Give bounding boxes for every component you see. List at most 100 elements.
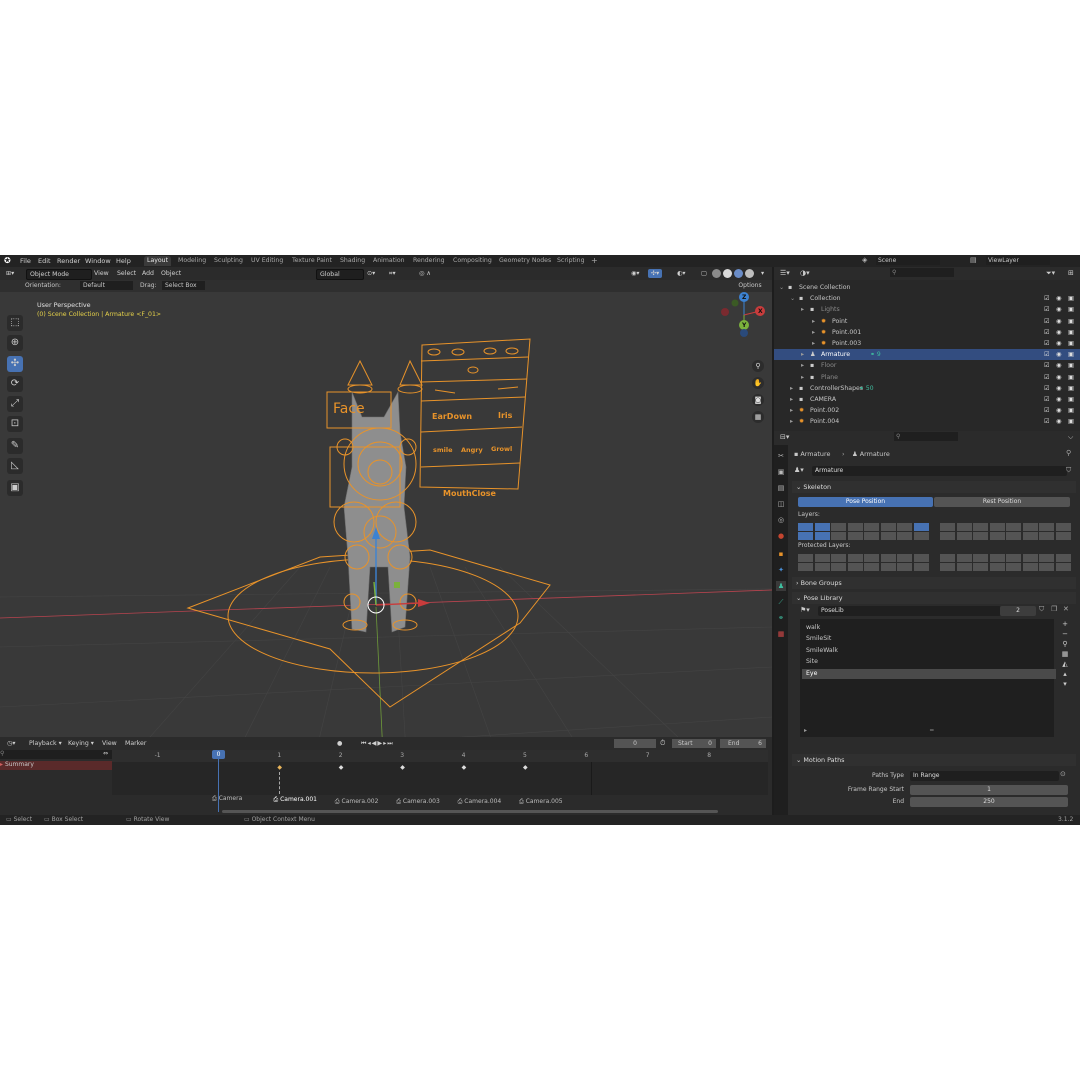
layer-toggle[interactable] [1055, 554, 1071, 562]
menu-window[interactable]: Window [85, 257, 111, 265]
filter-icon[interactable]: ⏷▾ [1046, 269, 1055, 278]
poselib-name-field[interactable]: PoseLib [818, 606, 1001, 616]
outliner-row[interactable]: ▸ ▪ Floor ☑ ◉ ▣ [774, 360, 1080, 371]
camera-marker[interactable]: ⎙ Camera.004 [458, 798, 502, 806]
render-camera-icon[interactable]: ▣ [1068, 383, 1074, 394]
visibility-eye-icon[interactable]: ◉ [1056, 394, 1061, 405]
action-icon[interactable]: ◭ [1058, 659, 1072, 669]
outliner-row[interactable]: ▸ ✹ Point.001 ☑ ◉ ▣ [774, 327, 1080, 338]
playback-controls[interactable]: ⏮◂◀▶▸⏭ [358, 739, 397, 748]
poselib-action-icon[interactable]: ⚑▾ [800, 606, 810, 614]
keyframe[interactable]: ◆ [339, 764, 344, 771]
layer-toggle[interactable] [831, 563, 846, 571]
outliner[interactable]: ☰▾ ◑▾ ⚲ ⏷▾ ⊞ ⌄ ▪ Scene Collection ⌄ ▪ Collect… [774, 267, 1080, 431]
layer-toggle[interactable] [897, 523, 912, 531]
expand-arrow-icon[interactable]: ▸ [790, 416, 793, 427]
outliner-row[interactable]: ▸ ▪ Plane ☑ ◉ ▣ [774, 372, 1080, 383]
timeline-search-input[interactable]: ⚲ ⇔ [0, 750, 112, 759]
pose-list-item[interactable]: walk [802, 623, 1056, 633]
sanitize-icon[interactable]: ▦ [1058, 649, 1072, 659]
layer-toggle[interactable] [897, 532, 912, 540]
outliner-row[interactable]: ▸ ✹ Point ☑ ◉ ▣ [774, 316, 1080, 327]
layer-toggle[interactable] [913, 532, 929, 540]
expand-arrow-icon[interactable]: ⌄ [779, 282, 784, 293]
pose-position-button[interactable]: Pose Position [798, 497, 933, 507]
tab-layout[interactable]: Layout [144, 256, 172, 266]
outliner-row[interactable]: ▸ ▪ ControllerShapes ⚭ 50 ☑ ◉ ▣ [774, 383, 1080, 394]
render-camera-icon[interactable]: ▣ [1068, 372, 1074, 383]
pose-list[interactable]: walk SmileSit SmileWalk Site Eye ▸ ═ [800, 619, 1056, 737]
layer-toggle[interactable] [913, 554, 929, 562]
add-pose-icon[interactable]: + [1058, 619, 1072, 629]
visibility-eye-icon[interactable]: ◉ [1056, 338, 1061, 349]
layer-toggle[interactable] [831, 532, 846, 540]
outliner-row[interactable]: ▸ ✹ Point.003 ☑ ◉ ▣ [774, 338, 1080, 349]
layer-toggle[interactable] [814, 532, 830, 540]
camera-marker[interactable]: ⎙ Camera [212, 795, 242, 803]
marker-row[interactable]: ⎙ Camera ⎙ Camera.001 ⎙ Camera.002 ⎙ Camera… [112, 795, 768, 809]
outliner-row[interactable]: ⌄ ▪ Collection ☑ ◉ ▣ [774, 293, 1080, 304]
layer-toggle[interactable] [897, 554, 912, 562]
modifier-badge[interactable]: ⚭ 9 [870, 349, 881, 360]
add-workspace-button[interactable]: + [588, 256, 601, 266]
visibility-eye-icon[interactable]: ◉ [1056, 304, 1061, 315]
layer-toggle[interactable] [831, 523, 846, 531]
layer-toggle[interactable] [864, 563, 879, 571]
pose-library-panel-header[interactable]: ⌄ Pose Library [792, 592, 1076, 604]
layer-toggle[interactable] [973, 523, 988, 531]
cursor-tool-icon[interactable]: ⊕ [7, 335, 23, 351]
layer-toggle[interactable] [1006, 563, 1021, 571]
menu-help[interactable]: Help [116, 257, 131, 265]
move-down-icon[interactable]: ▾ [1058, 679, 1072, 689]
fake-user-icon[interactable]: ⛉ [1066, 466, 1071, 475]
transform-tool-icon[interactable]: ⊡ [7, 416, 23, 432]
pose-list-item[interactable]: Site [802, 657, 1056, 667]
visibility-eye-icon[interactable]: ◉ [1056, 293, 1061, 304]
layer-toggle[interactable] [847, 554, 863, 562]
layer-toggle[interactable] [1022, 554, 1038, 562]
layer-toggle[interactable] [814, 523, 830, 531]
start-frame-field[interactable]: Start 0 [672, 739, 716, 748]
timeline-scrollbar[interactable] [222, 810, 718, 813]
armature-data-tab-icon[interactable]: ♟ [776, 581, 786, 591]
camera-view-icon[interactable]: ◙ [752, 394, 764, 406]
menu-marker[interactable]: Marker [122, 739, 149, 748]
apply-pose-icon[interactable]: ⚲ [1058, 639, 1072, 649]
tab-sculpting[interactable]: Sculpting [211, 256, 246, 266]
remove-pose-icon[interactable]: − [1058, 629, 1072, 639]
playhead-frame-label[interactable]: 0 [212, 750, 225, 759]
navigation-gizmo[interactable]: Z X Y [721, 292, 765, 337]
expand-arrow-icon[interactable]: ▸ [812, 316, 815, 327]
layer-toggle[interactable] [940, 532, 955, 540]
exclude-checkbox[interactable]: ☑ [1044, 394, 1050, 405]
layer-toggle[interactable] [956, 523, 972, 531]
texture-tab-icon[interactable]: ▦ [776, 629, 786, 639]
layer-toggle[interactable] [1022, 563, 1038, 571]
expand-arrow-icon[interactable]: ⌄ [790, 293, 795, 304]
bone-tab-icon[interactable]: ⟋ [776, 597, 786, 607]
summary-channel[interactable]: ▸ Summary [0, 761, 112, 770]
layer-toggle[interactable] [847, 532, 863, 540]
properties-search-input[interactable]: ⚲ [894, 432, 958, 441]
render-camera-icon[interactable]: ▣ [1068, 293, 1074, 304]
keyframe[interactable]: ◆ [523, 764, 528, 771]
paths-type-options-icon[interactable]: ⊙ [1060, 770, 1066, 778]
poselib-unlink-icon[interactable]: ✕ [1063, 605, 1069, 613]
timeline-editor[interactable]: ◷▾ Playback ▾ Keying ▾ View Marker ● ⏮◂◀… [0, 737, 772, 815]
render-camera-icon[interactable]: ▣ [1068, 304, 1074, 315]
scene-tab-icon[interactable]: ◎ [776, 515, 786, 525]
layer-toggle[interactable] [940, 554, 955, 562]
layer-toggle[interactable] [1022, 532, 1038, 540]
expand-arrow-icon[interactable]: ▸ [812, 338, 815, 349]
display-mode-icon[interactable]: ◑▾ [800, 269, 810, 277]
tab-animation[interactable]: Animation [370, 256, 408, 266]
layer-toggle[interactable] [814, 563, 830, 571]
outliner-row[interactable]: ▸ ♟ Armature ⚭ 9 ☑ ◉ ▣ [774, 349, 1080, 361]
visibility-eye-icon[interactable]: ◉ [1056, 405, 1061, 416]
visibility-eye-icon[interactable]: ◉ [1056, 372, 1061, 383]
object-tab-icon[interactable]: ▪ [776, 549, 786, 559]
list-resize-handle[interactable]: ═ [930, 727, 934, 734]
layer-toggle[interactable] [913, 523, 929, 531]
layer-toggle[interactable] [864, 554, 879, 562]
layer-toggle[interactable] [880, 532, 896, 540]
